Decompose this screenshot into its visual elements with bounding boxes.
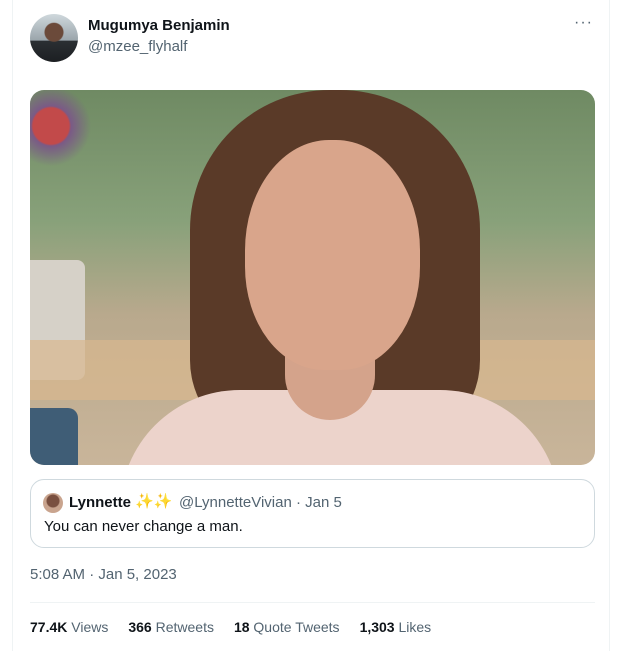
likes-stat[interactable]: 1,303 Likes — [360, 619, 432, 635]
author-avatar[interactable] — [30, 14, 78, 62]
quotes-count: 18 — [233, 619, 250, 635]
quoted-name: Lynnette — [69, 494, 131, 511]
quotes-stat[interactable]: 18 Quote Tweets — [234, 619, 340, 635]
quotes-label: Quote Tweets — [253, 619, 340, 635]
tweet-stats: 77.4K Views 366 Retweets 18 Quote Tweets… — [30, 619, 431, 635]
likes-count: 1,303 — [359, 619, 395, 635]
retweets-stat[interactable]: 366 Retweets — [128, 619, 214, 635]
tweet-photo[interactable] — [30, 90, 595, 465]
views-stat[interactable]: 77.4K Views — [30, 619, 108, 635]
retweets-count: 366 — [128, 619, 152, 635]
retweets-label: Retweets — [155, 619, 214, 635]
tweet: Mugumya Benjamin @mzee_flyhalf ··· Lynne… — [12, 0, 610, 651]
quoted-text: You can never change a man. — [44, 518, 243, 535]
photo-plant — [30, 90, 100, 210]
divider — [30, 602, 595, 603]
quoted-handle-date: @LynnetteVivian · Jan 5 — [179, 494, 342, 511]
photo-face — [245, 140, 420, 370]
tweet-timestamp[interactable]: 5:08 AM · Jan 5, 2023 — [30, 566, 177, 583]
more-options-icon[interactable]: ··· — [574, 14, 593, 32]
likes-label: Likes — [398, 619, 432, 635]
quoted-tweet[interactable]: Lynnette ✨✨ @LynnetteVivian · Jan 5 You … — [30, 479, 595, 548]
photo-chair — [30, 408, 78, 465]
views-label: Views — [71, 619, 109, 635]
quoted-avatar — [43, 493, 63, 513]
author-name[interactable]: Mugumya Benjamin — [88, 17, 230, 34]
sparkles-emoji: ✨✨ — [135, 493, 173, 510]
author-handle[interactable]: @mzee_flyhalf — [88, 38, 187, 55]
views-count: 77.4K — [30, 619, 68, 635]
